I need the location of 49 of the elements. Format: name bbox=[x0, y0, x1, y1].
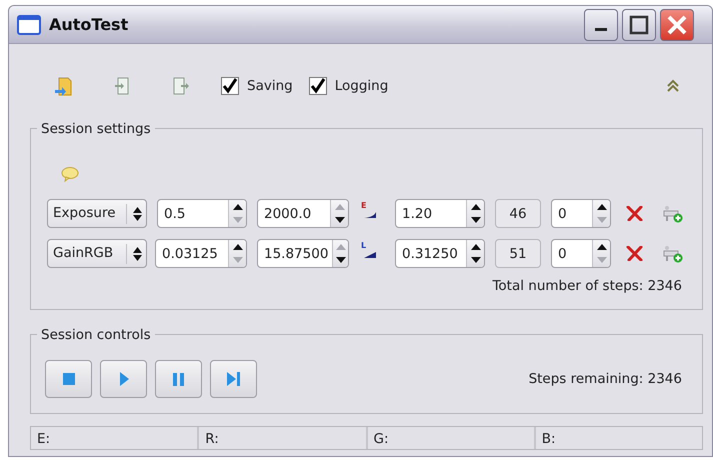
spin-box[interactable]: 0 bbox=[551, 199, 611, 228]
maximize-button[interactable] bbox=[622, 8, 656, 40]
status-field: E: bbox=[31, 427, 200, 449]
connector-plus-icon[interactable] bbox=[662, 204, 684, 222]
parameter-dropdown[interactable]: GainRGB bbox=[47, 239, 147, 268]
scale-letter: E bbox=[361, 202, 366, 210]
spin-box[interactable]: 15.87500 bbox=[257, 239, 349, 268]
spin-box[interactable]: 0.03125 bbox=[155, 239, 247, 268]
status-field: R: bbox=[199, 427, 368, 449]
close-icon bbox=[666, 14, 688, 36]
checkbox[interactable] bbox=[308, 77, 327, 95]
total-steps-text: Total number of steps: 2346 bbox=[492, 277, 682, 296]
document-arrow-icon[interactable] bbox=[171, 76, 191, 96]
step-count-field: 51 bbox=[495, 239, 541, 268]
step-count-field: 46 bbox=[495, 199, 541, 228]
minimize-icon bbox=[595, 28, 607, 32]
stop-icon bbox=[62, 373, 74, 385]
play-button[interactable] bbox=[100, 360, 147, 398]
scale-letter: L bbox=[361, 242, 366, 250]
stop-button[interactable] bbox=[45, 360, 92, 398]
up-down-arrows-icon bbox=[133, 206, 142, 220]
close-button[interactable] bbox=[660, 8, 694, 40]
spin-box[interactable]: 2000.0 bbox=[257, 199, 349, 228]
spin-box[interactable]: 0.31250 bbox=[395, 239, 485, 268]
checkbox-label: Saving bbox=[247, 76, 293, 96]
delete-icon[interactable] bbox=[626, 206, 643, 221]
window-icon bbox=[17, 14, 41, 34]
checkbox[interactable] bbox=[221, 77, 239, 95]
delete-icon[interactable] bbox=[626, 246, 643, 261]
play-icon bbox=[118, 372, 128, 386]
spin-box[interactable]: 1.20 bbox=[395, 199, 485, 228]
up-down-arrows-icon bbox=[133, 246, 142, 260]
pause-button[interactable] bbox=[155, 360, 202, 398]
minimize-button[interactable] bbox=[584, 8, 618, 40]
steps-remaining-text: Steps remaining: 2346 bbox=[528, 370, 682, 389]
checkbox-label: Logging bbox=[334, 76, 388, 96]
spin-box[interactable]: 0 bbox=[551, 239, 611, 268]
connector-plus-icon[interactable] bbox=[662, 244, 684, 262]
skip-forward-button[interactable] bbox=[210, 360, 257, 398]
double-chevron-up-icon[interactable] bbox=[667, 79, 679, 93]
speech-bubble-icon bbox=[61, 167, 79, 182]
spin-box[interactable]: 0.5 bbox=[157, 199, 247, 228]
maximize-icon bbox=[629, 14, 649, 35]
window-title: AutoTest bbox=[49, 14, 130, 36]
parameter-dropdown[interactable]: Exposure bbox=[47, 199, 147, 228]
status-field: G: bbox=[368, 427, 536, 449]
skip-forward-icon bbox=[227, 372, 240, 386]
pause-icon bbox=[173, 372, 184, 386]
status-field: B: bbox=[536, 427, 702, 449]
